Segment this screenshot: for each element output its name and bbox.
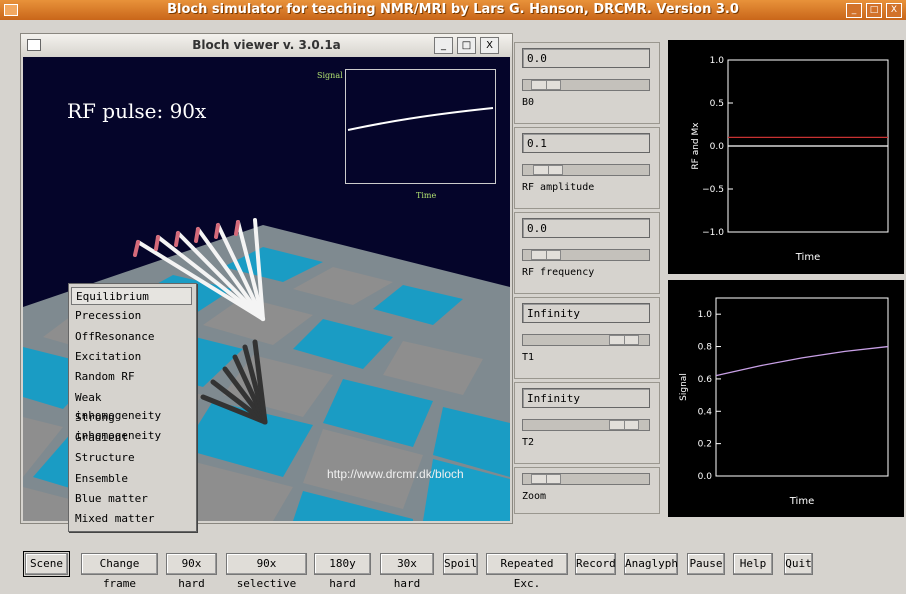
90x-hard-button[interactable]: 90x hard	[166, 553, 217, 590]
y-tick-label: 0.0	[698, 472, 713, 482]
control-t2: Infinity T2	[514, 382, 660, 464]
slider-thumb[interactable]	[609, 420, 639, 430]
slider-thumb[interactable]	[533, 165, 563, 175]
plot-frame	[715, 297, 889, 477]
url-label: http://www.drcmr.dk/bloch	[327, 467, 464, 481]
y-tick-label: 0.0	[710, 142, 725, 152]
control-slider[interactable]	[522, 79, 650, 91]
x-axis-label: Time	[795, 252, 820, 263]
control-slider[interactable]	[522, 249, 650, 261]
menu-item-excitation[interactable]: Excitation	[71, 348, 192, 366]
help-button[interactable]: Help	[733, 553, 773, 575]
control-label: T1	[522, 352, 535, 363]
signal-plot: 1.0 0.8 0.6 0.4 0.2 0.0 Time Signal	[668, 280, 904, 517]
viewer-title-bar[interactable]: Bloch viewer v. 3.0.1a _ □ X	[21, 34, 512, 56]
control-label: RF amplitude	[522, 182, 595, 193]
record-button[interactable]: Record	[575, 553, 616, 575]
y-tick-label: 0.2	[698, 440, 712, 450]
control-label: T2	[522, 437, 535, 448]
control-value-field[interactable]: 0.0	[522, 48, 650, 68]
viewer-minimize-button[interactable]: _	[434, 37, 453, 54]
control-b0: 0.0 B0	[514, 42, 660, 124]
anaglyph-button[interactable]: Anaglyph	[624, 553, 678, 575]
control-label: Zoom	[522, 491, 547, 502]
90x-selective-button[interactable]: 90x selective	[226, 553, 307, 590]
inset-plot-svg	[347, 107, 494, 131]
scene-button[interactable]: Scene	[23, 551, 70, 577]
app-title: Bloch simulator for teaching NMR/MRI by …	[167, 2, 739, 17]
minimize-button[interactable]: _	[846, 3, 862, 18]
app-title-bar: Bloch simulator for teaching NMR/MRI by …	[0, 0, 906, 20]
control-t1: Infinity T1	[514, 297, 660, 379]
close-button[interactable]: X	[886, 3, 902, 18]
y-tick-label: 0.4	[698, 407, 713, 417]
y-tick-label: 1.0	[698, 310, 713, 320]
30x-hard-button[interactable]: 30x hard	[380, 553, 434, 590]
menu-item-random-rf[interactable]: Random RF	[71, 368, 192, 386]
scene-menu: Equilibrium Precession OffResonance Excitat…	[68, 283, 197, 532]
y-tick-label: 0.6	[698, 375, 713, 385]
menu-item-equilibrium[interactable]: Equilibrium	[71, 287, 192, 305]
pulse-caption: RF pulse: 90x	[67, 99, 207, 123]
y-tick-label: 1.0	[710, 56, 725, 66]
control-label: B0	[522, 97, 535, 108]
control-label: RF frequency	[522, 267, 595, 278]
menu-item-blue-matter[interactable]: Blue matter	[71, 490, 192, 508]
repeated-exc-button[interactable]: Repeated Exc.	[486, 553, 568, 590]
y-tick-label: 0.5	[710, 99, 724, 109]
inset-xlabel: Time	[416, 191, 437, 200]
control-slider[interactable]	[522, 473, 650, 485]
menu-item-offresonance[interactable]: OffResonance	[71, 328, 192, 346]
y-tick-label: −0.5	[702, 185, 724, 195]
inset-signal-plot	[345, 69, 496, 184]
control-value-field[interactable]: 0.0	[522, 218, 650, 238]
menu-item-structure[interactable]: Structure	[71, 449, 192, 467]
change-frame-button[interactable]: Change frame	[81, 553, 158, 590]
control-slider[interactable]	[522, 334, 650, 346]
control-value-field[interactable]: Infinity	[522, 388, 650, 408]
180y-hard-button[interactable]: 180y hard	[314, 553, 371, 590]
control-zoom: Zoom	[514, 467, 660, 514]
control-value-field[interactable]: Infinity	[522, 303, 650, 323]
menu-item-gradient[interactable]: Gradient	[71, 429, 192, 447]
pause-button[interactable]: Pause	[687, 553, 725, 575]
control-slider[interactable]	[522, 164, 650, 176]
spoil-button[interactable]: Spoil	[443, 553, 478, 575]
menu-item-weak-inhomogeneity[interactable]: Weak inhomogeneity	[71, 389, 192, 422]
slider-thumb[interactable]	[531, 474, 561, 484]
rf-mx-plot-svg: 1.0 0.5 0.0 −0.5 −1.0 Time RF and Mx	[691, 56, 889, 263]
maximize-button[interactable]: □	[866, 3, 882, 18]
menu-item-strong-inhomogeneity[interactable]: Strong inhomogeneity	[71, 409, 192, 442]
y-axis-label: RF and Mx	[691, 122, 701, 170]
y-tick-label: −1.0	[702, 228, 724, 238]
signal-plot-svg: 1.0 0.8 0.6 0.4 0.2 0.0 Time Signal	[679, 297, 889, 507]
control-slider[interactable]	[522, 419, 650, 431]
control-rf-amplitude: 0.1 RF amplitude	[514, 127, 660, 209]
control-value-field[interactable]: 0.1	[522, 133, 650, 153]
inset-ylabel: Signal	[317, 71, 343, 80]
control-rf-frequency: 0.0 RF frequency	[514, 212, 660, 294]
menu-item-precession[interactable]: Precession	[71, 307, 192, 325]
x-axis-label: Time	[789, 496, 814, 507]
viewer-close-button[interactable]: X	[480, 37, 499, 54]
menu-item-ensemble[interactable]: Ensemble	[71, 470, 192, 488]
slider-thumb[interactable]	[609, 335, 639, 345]
y-axis-label: Signal	[679, 373, 689, 401]
slider-thumb[interactable]	[531, 80, 561, 90]
quit-button[interactable]: Quit	[784, 553, 813, 575]
slider-thumb[interactable]	[531, 250, 561, 260]
rf-mx-plot: 1.0 0.5 0.0 −0.5 −1.0 Time RF and Mx	[668, 40, 904, 274]
series-line-0	[715, 345, 889, 377]
y-tick-label: 0.8	[698, 343, 713, 353]
viewer-maximize-button[interactable]: □	[457, 37, 476, 54]
menu-item-mixed-matter[interactable]: Mixed matter	[71, 510, 192, 528]
